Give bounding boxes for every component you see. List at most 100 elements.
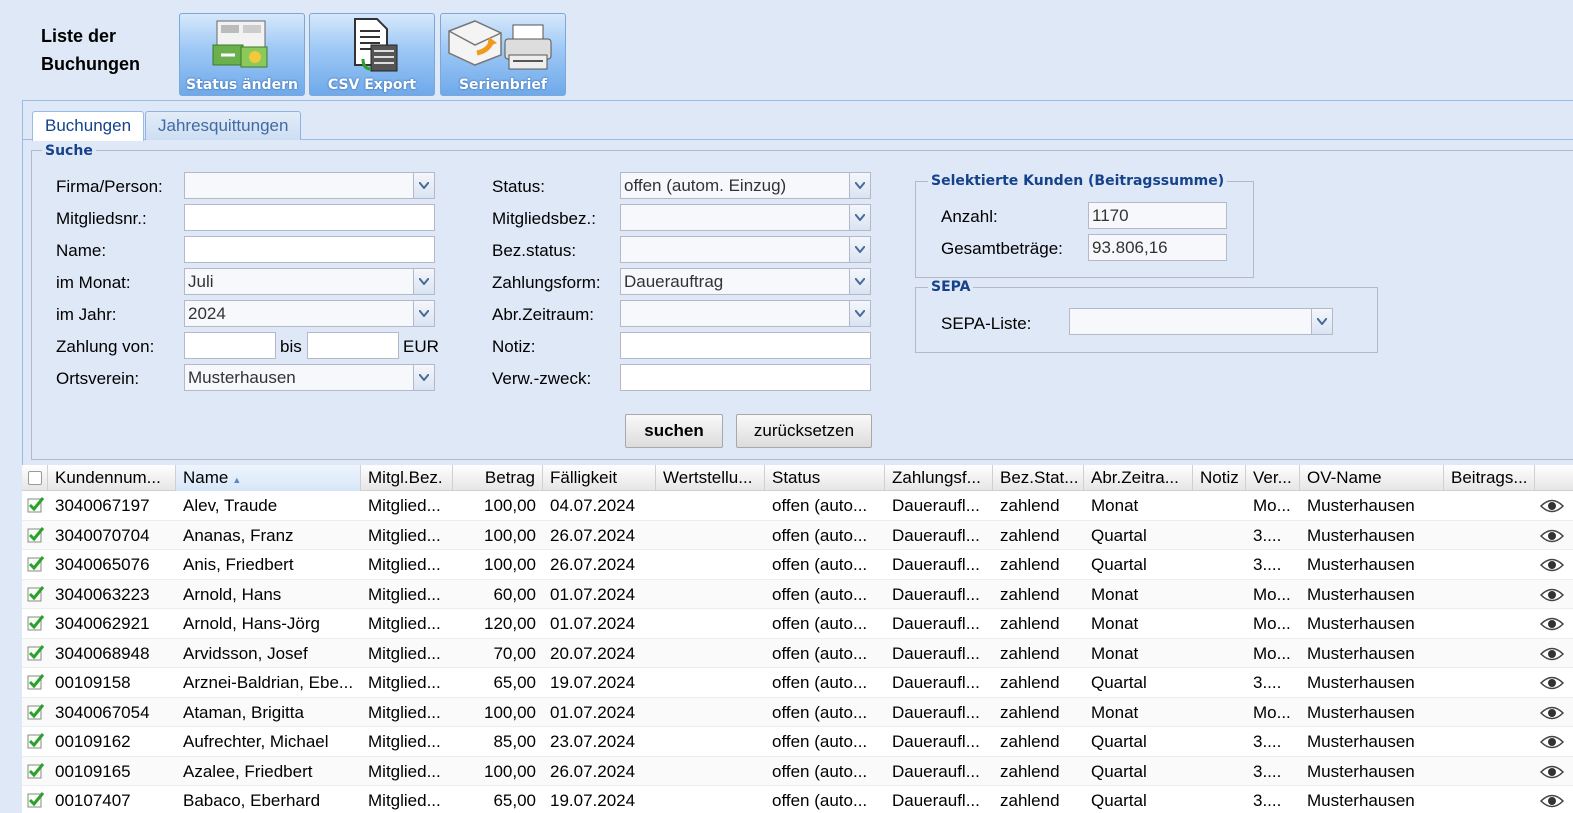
eye-icon[interactable]: [1539, 557, 1565, 573]
col-header-ovname[interactable]: OV-Name: [1300, 465, 1444, 491]
cell-ovname: Musterhausen: [1307, 702, 1415, 722]
name-input[interactable]: [184, 236, 435, 263]
cell-name: Ataman, Brigitta: [183, 702, 304, 722]
checkmark-icon[interactable]: [27, 555, 45, 573]
cell-betrag: 100,00: [484, 525, 536, 545]
checkmark-icon[interactable]: [27, 585, 45, 603]
checkmark-icon[interactable]: [27, 644, 45, 662]
col-header-status[interactable]: Status: [765, 465, 885, 491]
checkmark-icon[interactable]: [27, 703, 45, 721]
col-header-bezstatus[interactable]: Bez.Stat...: [993, 465, 1084, 491]
eye-icon[interactable]: [1539, 646, 1565, 662]
table-row[interactable]: 3040063223 Arnold, Hans Mitglied... 60,00 01…: [22, 579, 1573, 609]
table-row[interactable]: 3040067197 Alev, Traude Mitglied... 100,00 0…: [22, 491, 1573, 521]
table-row[interactable]: 00109162 Aufrechter, Michael Mitglied... 85…: [22, 727, 1573, 757]
sepa-liste-combo[interactable]: [1069, 308, 1333, 335]
table-row[interactable]: 3040062921 Arnold, Hans-Jörg Mitglied... 12…: [22, 609, 1573, 639]
col-header-name[interactable]: Name ▲: [176, 465, 361, 491]
col-header-ver[interactable]: Ver...: [1246, 465, 1300, 491]
jahr-value: 2024: [188, 304, 226, 323]
checkmark-icon[interactable]: [27, 496, 45, 514]
col-header-kundennummer[interactable]: Kundennum...: [48, 465, 176, 491]
select-all-header[interactable]: [22, 465, 48, 491]
eye-icon[interactable]: [1539, 616, 1565, 632]
reset-button[interactable]: zurücksetzen: [736, 414, 872, 448]
bezstatus-combo[interactable]: [620, 236, 871, 263]
zahlungsform-label: Zahlungsform:: [492, 273, 601, 292]
mitgliedsnr-input[interactable]: [184, 204, 435, 231]
tab-jahresquittungen[interactable]: Jahresquittungen: [145, 111, 302, 140]
chevron-down-icon[interactable]: [413, 269, 434, 294]
cell-mitglbez: Mitglied...: [368, 496, 441, 515]
ortsverein-value: Musterhausen: [188, 368, 296, 387]
status-change-button[interactable]: Status ändern: [179, 13, 305, 96]
serienbrief-button[interactable]: Serienbrief: [440, 13, 566, 96]
checkmark-icon[interactable]: [27, 614, 45, 632]
mitgliedsbez-combo[interactable]: [620, 204, 871, 231]
eye-icon[interactable]: [1539, 764, 1565, 780]
zahlung-bis-input[interactable]: [307, 332, 399, 359]
tab-buchungen[interactable]: Buchungen: [32, 111, 145, 141]
zahlung-von-input[interactable]: [184, 332, 276, 359]
csv-export-button[interactable]: CSV Export: [309, 13, 435, 96]
abrzeitraum-combo[interactable]: [620, 300, 871, 327]
verwzweck-input[interactable]: [620, 364, 871, 391]
cell-mitglbez: Mitglied...: [368, 555, 441, 574]
table-row[interactable]: 00109165 Azalee, Friedbert Mitglied... 100,…: [22, 756, 1573, 786]
chevron-down-icon[interactable]: [849, 269, 870, 294]
cell-zahlungsform: Daueraufl...: [892, 702, 980, 722]
ortsverein-combo[interactable]: Musterhausen: [184, 364, 435, 391]
cell-wertstellung: [656, 521, 765, 550]
checkmark-icon[interactable]: [27, 762, 45, 780]
col-header-zahlungsform[interactable]: Zahlungsf...: [885, 465, 993, 491]
col-header-wertstellung[interactable]: Wertstellu...: [656, 465, 765, 491]
col-header-faelligkeit[interactable]: Fälligkeit: [543, 465, 656, 491]
suchen-button[interactable]: suchen: [625, 414, 723, 448]
select-all-checkbox[interactable]: [28, 471, 42, 485]
table-row[interactable]: 3040065076 Anis, Friedbert Mitglied... 100,…: [22, 550, 1573, 580]
chevron-down-icon[interactable]: [413, 365, 434, 390]
notiz-input[interactable]: [620, 332, 871, 359]
chevron-down-icon[interactable]: [413, 301, 434, 326]
eye-icon[interactable]: [1539, 793, 1565, 809]
col-header-mitglbez[interactable]: Mitgl.Bez.: [361, 465, 453, 491]
col-header-betrag[interactable]: Betrag: [453, 465, 543, 491]
checkmark-icon[interactable]: [27, 526, 45, 544]
chevron-down-icon[interactable]: [849, 205, 870, 230]
col-header-abrzeitraum[interactable]: Abr.Zeitra...: [1084, 465, 1193, 491]
eye-icon[interactable]: [1539, 498, 1565, 514]
cell-betrag: 100,00: [484, 702, 536, 722]
cell-kundennummer: 3040063223: [55, 584, 150, 604]
chevron-down-icon[interactable]: [1311, 309, 1332, 334]
monat-combo[interactable]: Juli: [184, 268, 435, 295]
cell-faelligkeit: 01.07.2024: [550, 702, 636, 722]
table-row[interactable]: 3040070704 Ananas, Franz Mitglied... 100,00…: [22, 520, 1573, 550]
jahr-combo[interactable]: 2024: [184, 300, 435, 327]
col-header-notiz[interactable]: Notiz: [1193, 465, 1246, 491]
eye-icon[interactable]: [1539, 734, 1565, 750]
firma-combo[interactable]: [184, 172, 435, 199]
status-combo[interactable]: offen (autom. Einzug): [620, 172, 871, 199]
cell-name: Arvidsson, Josef: [183, 643, 308, 663]
eye-icon[interactable]: [1539, 528, 1565, 544]
table-row[interactable]: 00109158 Arznei-Baldrian, Ebe... Mitglied.…: [22, 668, 1573, 698]
chevron-down-icon[interactable]: [849, 301, 870, 326]
col-header-beitrags[interactable]: Beitrags...: [1444, 465, 1535, 491]
table-row[interactable]: 3040068948 Arvidsson, Josef Mitglied... 70,…: [22, 638, 1573, 668]
eye-icon[interactable]: [1539, 675, 1565, 691]
zahlungsform-combo[interactable]: Dauerauftrag: [620, 268, 871, 295]
cell-notiz: [1193, 521, 1246, 550]
checkmark-icon[interactable]: [27, 791, 45, 809]
status-change-icon: [211, 17, 273, 75]
chevron-down-icon[interactable]: [413, 173, 434, 198]
chevron-down-icon[interactable]: [849, 237, 870, 262]
cell-status: offen (auto...: [772, 791, 868, 810]
table-row[interactable]: 00107407 Babaco, Eberhard Mitglied... 65,00…: [22, 786, 1573, 813]
cell-beitrags: [1444, 491, 1535, 520]
eye-icon[interactable]: [1539, 587, 1565, 603]
eye-icon[interactable]: [1539, 705, 1565, 721]
checkmark-icon[interactable]: [27, 673, 45, 691]
checkmark-icon[interactable]: [27, 732, 45, 750]
table-row[interactable]: 3040067054 Ataman, Brigitta Mitglied... 100…: [22, 697, 1573, 727]
chevron-down-icon[interactable]: [849, 173, 870, 198]
